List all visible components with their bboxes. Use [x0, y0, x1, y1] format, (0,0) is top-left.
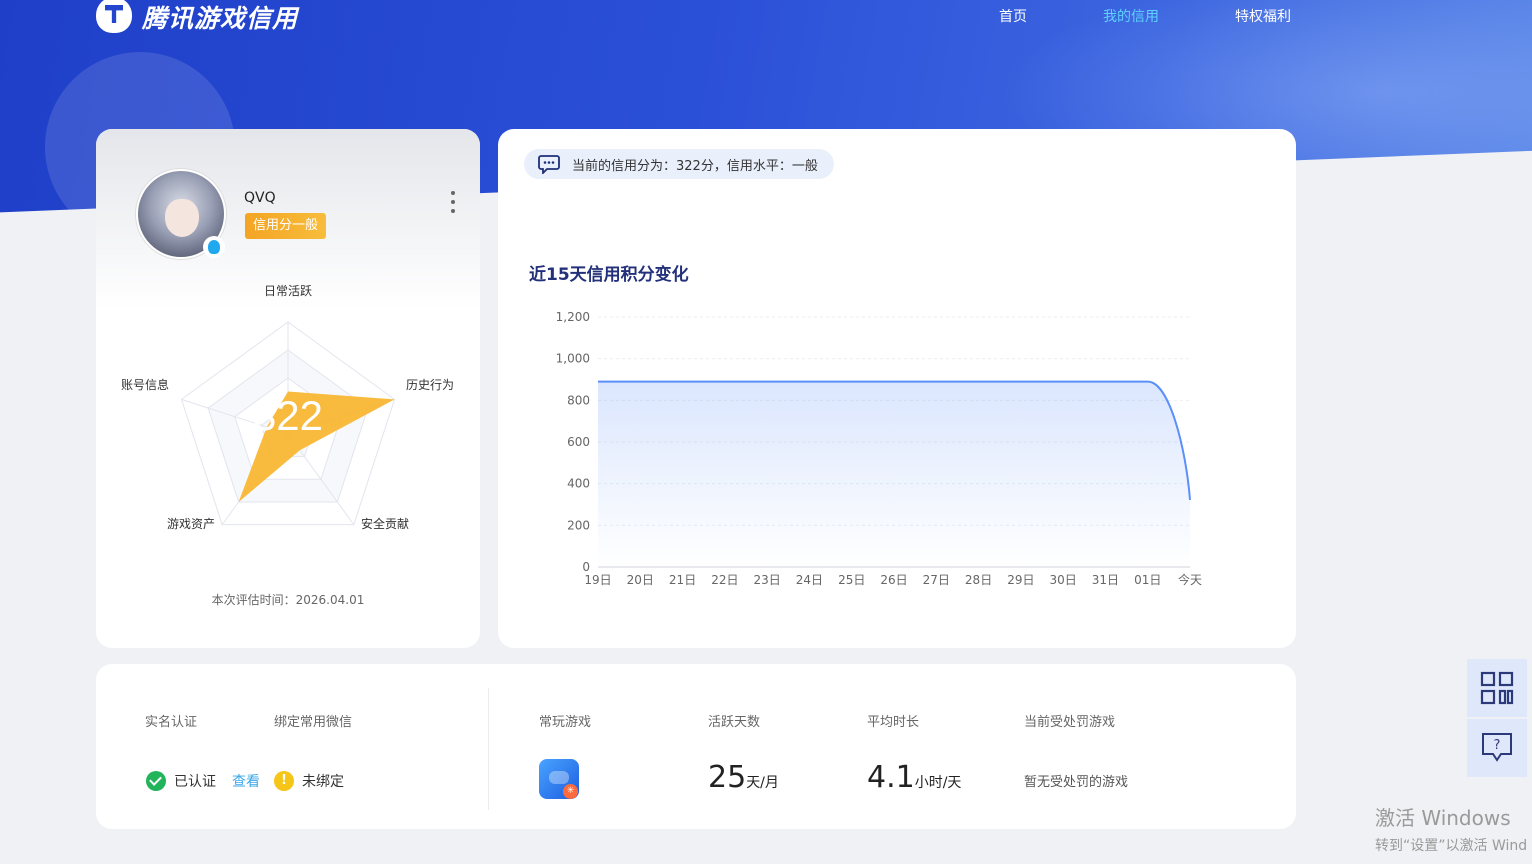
credit-score-line-chart: 0 200 400 600 800 1,000 1,200 19日 20日 21日 22日 23日 24…	[556, 310, 1202, 587]
x-tick-label: 19日	[584, 573, 611, 587]
avatar-face	[165, 199, 199, 237]
x-tick-label: 21日	[669, 573, 696, 587]
x-tick-label: 27日	[923, 573, 950, 587]
realname-label: 实名认证	[145, 715, 198, 730]
credit-radar-chart: 322 日常活跃 历史行为 安全贡献 游戏资产 账号信息	[121, 284, 454, 531]
nav-home[interactable]: 首页	[999, 6, 1027, 26]
qr-code-button[interactable]	[1467, 659, 1527, 717]
frequent-games-label: 常玩游戏	[539, 715, 592, 730]
evaluation-time: 本次评估时间：2026.04.01	[211, 593, 365, 607]
x-tick-label: 今天	[1178, 572, 1202, 587]
x-tick-label: 28日	[965, 573, 992, 587]
avg-time-unit: 小时/天	[914, 775, 962, 791]
y-tick-label: 800	[567, 393, 590, 407]
help-button[interactable]: ?	[1467, 719, 1527, 777]
active-days-value: 25天/月	[708, 760, 779, 795]
punished-games-value: 暂无受处罚的游戏	[1024, 775, 1129, 790]
y-tick-label: 600	[567, 435, 590, 449]
wechat-status-text[interactable]: 未绑定	[302, 771, 344, 791]
active-days-label: 活跃天数	[708, 715, 761, 730]
realname-status: 已认证 查看	[146, 771, 260, 791]
radar-label-daily-activity: 日常活跃	[264, 284, 312, 298]
wechat-status: ! 未绑定	[274, 771, 344, 791]
qr-code-icon	[1480, 671, 1514, 705]
radar-label-security: 安全贡献	[361, 516, 409, 531]
check-circle-icon	[146, 771, 166, 791]
activation-subtitle: 转到“设置”以激活 Wind	[1375, 838, 1528, 854]
x-tick-label: 01日	[1134, 573, 1161, 587]
warning-icon: !	[274, 771, 294, 791]
avg-time-value: 4.1小时/天	[867, 760, 961, 795]
x-tick-label: 24日	[796, 573, 823, 587]
site-logo[interactable]: 腾讯游戏信用	[96, 0, 298, 34]
radar-label-account-info: 账号信息	[121, 377, 169, 392]
score-message-pill: 当前的信用分为：322分，信用水平：一般	[524, 149, 834, 179]
score-message: 当前的信用分为：322分，信用水平：一般	[572, 158, 818, 174]
activation-title: 激活 Windows	[1375, 806, 1511, 830]
wechat-label: 绑定常用微信	[274, 715, 353, 730]
nav-my-credit[interactable]: 我的信用	[1103, 6, 1159, 26]
game-icon[interactable]	[539, 759, 579, 799]
x-tick-label: 23日	[754, 573, 781, 587]
chart-title: 近15天信用积分变化	[529, 265, 689, 285]
chat-bubble-icon	[538, 155, 560, 174]
radar-label-game-assets: 游戏资产	[167, 517, 215, 531]
avg-time-number: 4.1	[867, 760, 915, 795]
x-tick-label: 20日	[627, 573, 654, 587]
realname-status-text: 已认证	[174, 774, 216, 790]
section-divider	[488, 688, 489, 810]
shield-logo-icon	[96, 0, 132, 33]
nav-privileges[interactable]: 特权福利	[1235, 6, 1291, 26]
x-tick-label: 22日	[711, 573, 738, 587]
active-days-number: 25	[708, 760, 747, 795]
radar-label-history: 历史行为	[406, 378, 454, 392]
qq-icon	[203, 236, 225, 258]
y-tick-label: 400	[567, 477, 590, 491]
profile-card: QVQ 信用分一般 322 日常活跃 历史行为 安全贡献 游戏资产 账号信息 本…	[96, 129, 480, 648]
punished-games-label: 当前受处罚游戏	[1024, 715, 1116, 730]
radar-score: 322	[253, 392, 323, 439]
active-days-unit: 天/月	[746, 775, 779, 791]
credit-chart-card: 当前的信用分为：322分，信用水平：一般 近15天信用积分变化 0 200 400 6…	[498, 129, 1296, 648]
logo-text: 腾讯游戏信用	[142, 4, 299, 33]
account-info-card: 实名认证 绑定常用微信 已认证 查看 ! 未绑定 常玩游戏 活跃天数 平均时长 …	[96, 664, 1296, 829]
y-tick-label: 200	[567, 518, 590, 532]
y-tick-label: 1,000	[556, 352, 590, 366]
x-tick-label: 25日	[838, 573, 865, 587]
x-tick-label: 31日	[1092, 573, 1119, 587]
chart-area-fill	[598, 381, 1190, 567]
x-tick-label: 29日	[1007, 573, 1034, 587]
credit-level-badge: 信用分一般	[245, 213, 327, 239]
y-tick-label: 0	[582, 560, 590, 574]
avg-time-label: 平均时长	[867, 715, 920, 730]
username: QVQ	[244, 190, 276, 206]
view-link[interactable]: 查看	[232, 771, 260, 791]
y-tick-label: 1,200	[556, 310, 590, 324]
svg-text:?: ?	[1494, 738, 1501, 753]
x-tick-label: 26日	[880, 573, 907, 587]
more-options-icon[interactable]	[448, 191, 458, 213]
windows-activation-watermark: 激活 Windows 转到“设置”以激活 Wind	[1375, 802, 1527, 855]
help-question-icon: ?	[1482, 733, 1512, 762]
x-tick-label: 30日	[1050, 573, 1077, 587]
